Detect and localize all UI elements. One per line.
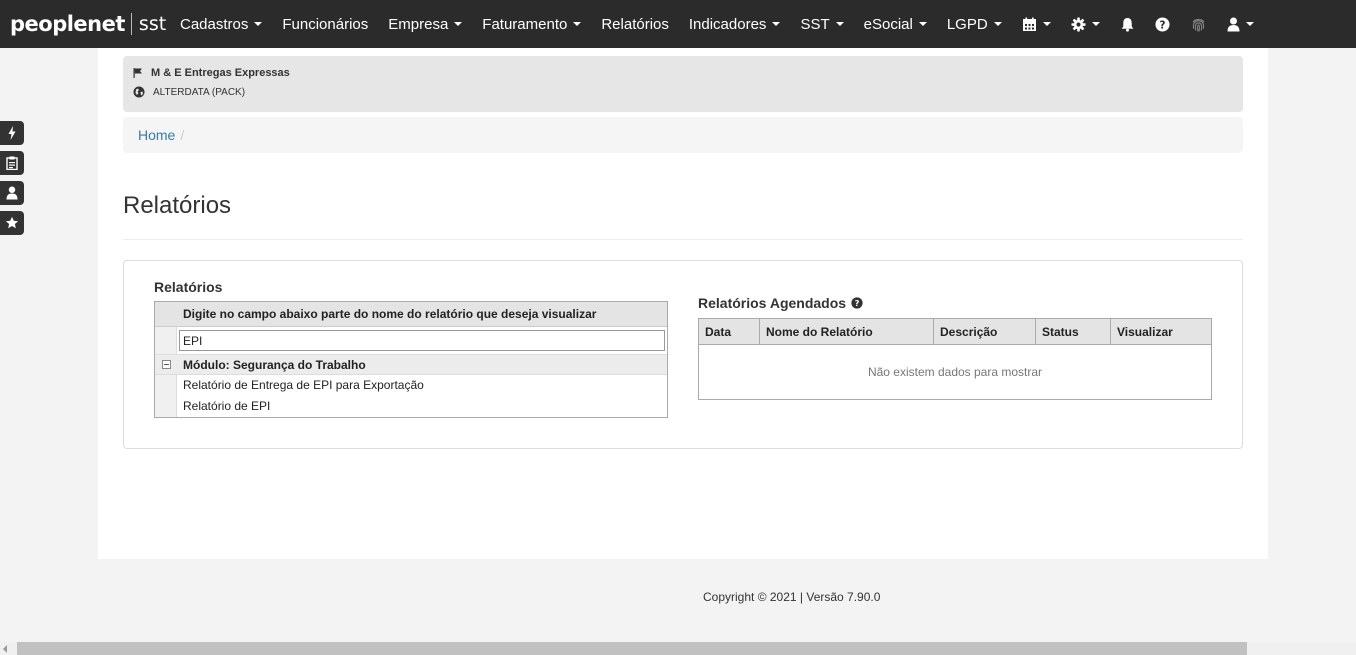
- side-tab-favorites[interactable]: [0, 211, 24, 235]
- caret-down-icon: [1245, 22, 1254, 26]
- company-info-box: M & E Entregas Expressas ALTERDATA (PACK…: [123, 56, 1243, 112]
- question-circle-icon[interactable]: ?: [851, 297, 863, 309]
- breadcrumb-home-link[interactable]: Home: [138, 127, 175, 143]
- tree-group-seguranca[interactable]: Módulo: Segurança do Trabalho: [155, 354, 667, 375]
- user-icon: [6, 186, 18, 200]
- svg-text:?: ?: [855, 298, 860, 308]
- nav-lgpd[interactable]: LGPD: [937, 0, 1012, 48]
- fingerprint-button[interactable]: [1180, 0, 1217, 48]
- notifications-button[interactable]: [1110, 0, 1145, 48]
- nav-faturamento-label: Faturamento: [482, 15, 568, 33]
- footer-copyright: Copyright © 2021 | Versão 7.90.0: [703, 590, 881, 604]
- side-quick-tabs: [0, 121, 24, 241]
- breadcrumb: Home /: [123, 117, 1243, 153]
- logo-divider: [130, 13, 132, 35]
- main-menu: Cadastros Funcionários Empresa Faturamen…: [170, 0, 1264, 48]
- scheduled-reports-table: Data Nome do Relatório Descrição Status …: [698, 318, 1212, 400]
- caret-down-icon: [1042, 22, 1051, 26]
- company-name-line: M & E Entregas Expressas: [133, 67, 290, 79]
- nav-relatorios-label: Relatórios: [601, 15, 669, 33]
- scroll-left-arrow-icon[interactable]: [3, 645, 7, 653]
- reports-tree: Digite no campo abaixo parte do nome do …: [154, 301, 668, 418]
- question-circle-icon: ?: [1155, 16, 1170, 32]
- calendar-menu[interactable]: [1012, 0, 1061, 48]
- nav-indicadores-label: Indicadores: [688, 15, 767, 33]
- main-content: M & E Entregas Expressas ALTERDATA (PACK…: [98, 48, 1268, 559]
- caret-down-icon: [1091, 22, 1100, 26]
- side-tab-profile[interactable]: [0, 181, 24, 205]
- column-header-status[interactable]: Status: [1036, 319, 1111, 344]
- nav-esocial-label: eSocial: [863, 15, 913, 33]
- side-tab-shortcuts[interactable]: [0, 121, 24, 145]
- side-tab-tasks[interactable]: [0, 151, 24, 175]
- calendar-icon: [1022, 17, 1036, 31]
- star-icon: [5, 216, 19, 229]
- table-empty-message: Não existem dados para mostrar: [867, 365, 1043, 379]
- column-header-descricao[interactable]: Descrição: [934, 319, 1036, 344]
- user-icon: [1227, 17, 1240, 31]
- nav-sst-label: SST: [800, 15, 830, 33]
- nav-cadastros[interactable]: Cadastros: [170, 0, 272, 48]
- report-item-entrega-epi-exportacao[interactable]: Relatório de Entrega de EPI para Exporta…: [183, 378, 424, 392]
- title-divider: [123, 239, 1243, 240]
- help-button[interactable]: ?: [1145, 0, 1180, 48]
- nav-sst[interactable]: SST: [790, 0, 853, 48]
- globe-icon: [133, 86, 145, 98]
- caret-down-icon: [454, 22, 463, 26]
- scheduled-reports-title: Relatórios Agendados: [698, 295, 847, 311]
- caret-down-icon: [772, 22, 781, 26]
- column-header-nome[interactable]: Nome do Relatório: [760, 319, 934, 344]
- user-menu[interactable]: [1217, 0, 1264, 48]
- collapse-toggle[interactable]: [155, 360, 177, 369]
- settings-menu[interactable]: [1061, 0, 1110, 48]
- company-group-line: ALTERDATA (PACK): [133, 86, 245, 98]
- tree-group-label: Módulo: Segurança do Trabalho: [183, 357, 366, 372]
- table-header-row: Data Nome do Relatório Descrição Status …: [699, 319, 1211, 345]
- clipboard-icon: [6, 156, 18, 170]
- reports-heading: Relatórios: [154, 279, 223, 295]
- bolt-icon: [8, 126, 16, 140]
- caret-down-icon: [993, 22, 1002, 26]
- reports-panel: Relatórios Digite no campo abaixo parte …: [123, 260, 1243, 449]
- nav-funcionarios-label: Funcionários: [282, 15, 369, 33]
- caret-down-icon: [254, 22, 263, 26]
- logo-brand-text: peoplenet: [10, 12, 125, 36]
- nav-indicadores[interactable]: Indicadores: [679, 0, 791, 48]
- caret-down-icon: [573, 22, 582, 26]
- page-title: Relatórios: [123, 192, 232, 219]
- gear-icon: [1071, 16, 1086, 32]
- nav-cadastros-label: Cadastros: [180, 15, 249, 33]
- column-header-data[interactable]: Data: [699, 319, 760, 344]
- flag-icon: [133, 68, 142, 78]
- logo-product-text: sst: [138, 13, 167, 35]
- fingerprint-icon: [1192, 18, 1205, 31]
- reports-instruction: Digite no campo abaixo parte do nome do …: [155, 302, 667, 327]
- company-group: ALTERDATA (PACK): [153, 86, 246, 98]
- peoplenet-logo[interactable]: peoplenet sst: [10, 9, 166, 39]
- scrollbar-thumb[interactable]: [17, 642, 1247, 655]
- company-name: M & E Entregas Expressas: [151, 67, 290, 79]
- caret-down-icon: [835, 22, 844, 26]
- horizontal-scrollbar[interactable]: [0, 642, 1356, 655]
- svg-text:?: ?: [1159, 19, 1165, 31]
- nav-funcionarios[interactable]: Funcionários: [272, 0, 378, 48]
- bell-icon: [1121, 17, 1133, 32]
- top-navbar: peoplenet sst Cadastros Funcionários Emp…: [0, 0, 1356, 48]
- caret-down-icon: [918, 22, 927, 26]
- nav-relatorios[interactable]: Relatórios: [591, 0, 679, 48]
- column-header-visualizar[interactable]: Visualizar: [1111, 319, 1211, 344]
- scheduled-reports-heading: Relatórios Agendados ?: [698, 295, 863, 311]
- nav-lgpd-label: LGPD: [946, 15, 988, 33]
- minus-square-icon: [161, 360, 171, 369]
- breadcrumb-separator: /: [180, 127, 185, 143]
- nav-empresa[interactable]: Empresa: [378, 0, 472, 48]
- report-item-epi[interactable]: Relatório de EPI: [183, 399, 270, 413]
- nav-esocial[interactable]: eSocial: [854, 0, 937, 48]
- report-search-input[interactable]: [179, 330, 665, 351]
- nav-faturamento[interactable]: Faturamento: [472, 0, 591, 48]
- nav-empresa-label: Empresa: [388, 15, 449, 33]
